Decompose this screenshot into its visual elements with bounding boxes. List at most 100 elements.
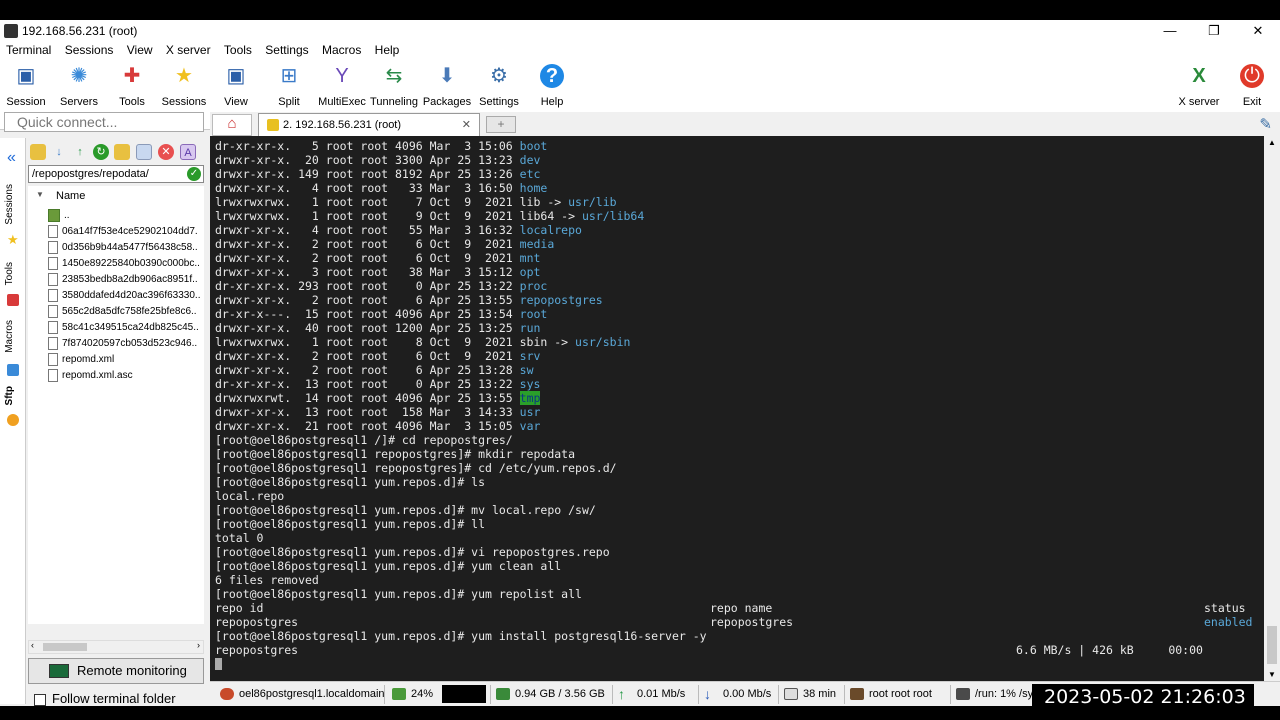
- star-icon: ★: [7, 232, 19, 247]
- tab-tools[interactable]: Tools: [4, 262, 15, 285]
- checkbox[interactable]: [34, 693, 46, 706]
- separator: [384, 685, 385, 704]
- terminal-cursor: [215, 658, 222, 670]
- list-item[interactable]: 565c2d8a5dfc758fe25bfe8c6..: [48, 304, 204, 320]
- menu-terminal[interactable]: Terminal: [0, 42, 55, 57]
- list-item[interactable]: 1450e89225840b0390c000bc..: [48, 256, 204, 272]
- terminal-line: drwxr-xr-x. 3 root root 38 Mar 3 15:12 o…: [215, 265, 541, 279]
- status-memory: 0.94 GB / 3.56 GB: [496, 686, 605, 703]
- maximize-button[interactable]: ❐: [1192, 20, 1236, 42]
- new-tab-button[interactable]: +: [486, 116, 516, 133]
- list-item[interactable]: 3580ddafed4d20ac396f63330..: [48, 288, 204, 304]
- list-item[interactable]: 0d356b9b44a5477f56438c58..: [48, 240, 204, 256]
- parent-folder-icon[interactable]: [30, 144, 46, 160]
- scroll-down-icon[interactable]: ▼: [1268, 670, 1276, 679]
- remote-monitoring-button[interactable]: Remote monitoring: [28, 658, 204, 684]
- menu-settings[interactable]: Settings: [259, 42, 312, 57]
- delete-icon[interactable]: ✕: [158, 144, 174, 160]
- list-item[interactable]: 23853bedb8a2db906ac8951f..: [48, 272, 204, 288]
- file-icon: [48, 224, 58, 238]
- session-button[interactable]: ▣ Session: [0, 62, 55, 108]
- list-item[interactable]: repomd.xml: [48, 352, 204, 368]
- new-folder-icon[interactable]: [114, 144, 130, 160]
- check-icon[interactable]: ✓: [187, 167, 201, 181]
- horizontal-scrollbar[interactable]: ‹ ›: [28, 640, 204, 654]
- terminal-line: local.repo: [215, 489, 285, 503]
- scroll-up-icon[interactable]: ▲: [1268, 138, 1276, 147]
- scroll-thumb[interactable]: [43, 643, 87, 651]
- list-item[interactable]: 06a14f7f53e4ce52902104dd7.: [48, 224, 204, 240]
- terminal-icon: [267, 119, 279, 131]
- terminal-line: dr-xr-xr-x. 13 root root 0 Apr 25 13:22 …: [215, 377, 541, 391]
- side-tabs: « Sessions ★ Tools Macros Sftp: [0, 138, 26, 704]
- menu-sessions[interactable]: Sessions: [59, 42, 118, 57]
- clock-icon: [784, 688, 798, 701]
- menu-view[interactable]: View: [121, 42, 157, 57]
- tab-sftp[interactable]: Sftp: [4, 386, 15, 405]
- list-item[interactable]: 58c41c349515ca24db825c45..: [48, 320, 204, 336]
- separator: [698, 685, 699, 704]
- sftp-path-input[interactable]: /repopostgres/repodata/ ✓: [28, 165, 204, 183]
- download-icon[interactable]: ↓: [51, 144, 67, 160]
- terminal-line: drwxr-xr-x. 2 root root 6 Apr 25 13:55 r…: [215, 293, 603, 307]
- tab-session[interactable]: 2. 192.168.56.231 (root) ✕: [258, 113, 480, 136]
- packages-button[interactable]: ⬇ Packages: [418, 62, 476, 108]
- sessions-button[interactable]: ★ Sessions: [155, 62, 213, 108]
- rename-icon[interactable]: A: [180, 144, 196, 160]
- separator: [844, 685, 845, 704]
- tab-bar: ⌂ 2. 192.168.56.231 (root) ✕ + ✎: [210, 112, 1280, 136]
- view-button[interactable]: ▣ View: [207, 62, 265, 108]
- terminal-line: drwxr-xr-x. 149 root root 8192 Apr 25 13…: [215, 167, 541, 181]
- scroll-left-icon[interactable]: ‹: [31, 640, 34, 650]
- list-item[interactable]: ..: [48, 208, 204, 224]
- collapse-icon[interactable]: «: [7, 150, 19, 166]
- vertical-scrollbar[interactable]: ▲ ▼: [1264, 136, 1280, 681]
- exit-button[interactable]: ⏻ Exit: [1223, 62, 1280, 108]
- close-button[interactable]: ✕: [1236, 20, 1280, 42]
- name-column-header[interactable]: ▼ Name: [28, 186, 204, 206]
- memory-icon: [496, 688, 510, 701]
- status-host: oel86postgresql1.localdomain: [220, 686, 385, 703]
- file-icon: [48, 320, 58, 334]
- upload-icon[interactable]: ↑: [72, 144, 88, 160]
- menu-macros[interactable]: Macros: [316, 42, 365, 57]
- help-button[interactable]: ? Help: [523, 62, 581, 108]
- status-uptime: 38 min: [784, 686, 836, 703]
- star-icon: ★: [175, 65, 193, 87]
- menu-help[interactable]: Help: [369, 42, 404, 57]
- tools-button[interactable]: ✚ Tools: [103, 62, 161, 108]
- tunneling-button[interactable]: ⇆ Tunneling: [365, 62, 423, 108]
- menu-xserver[interactable]: X server: [160, 42, 215, 57]
- app-icon: [4, 24, 18, 38]
- servers-button[interactable]: ✺ Servers: [50, 62, 108, 108]
- status-users: root root root: [850, 686, 932, 703]
- macros-icon: [7, 364, 19, 376]
- home-tab[interactable]: ⌂: [212, 114, 252, 136]
- close-tab-icon[interactable]: ✕: [462, 114, 471, 136]
- quick-connect-input[interactable]: Quick connect...: [4, 112, 204, 132]
- terminal-line: 6 files removed: [215, 573, 319, 587]
- tab-sessions[interactable]: Sessions: [4, 184, 15, 225]
- minimize-button[interactable]: —: [1148, 20, 1192, 42]
- multiexec-button[interactable]: Y MultiExec: [313, 62, 371, 108]
- list-item[interactable]: 7f874020597cb053d523c946..: [48, 336, 204, 352]
- separator: [950, 685, 951, 704]
- follow-terminal-folder-checkbox[interactable]: Follow terminal folder: [34, 691, 176, 706]
- settings-button[interactable]: ⚙ Settings: [470, 62, 528, 108]
- terminal[interactable]: dr-xr-xr-x. 5 root root 4096 Mar 3 15:06…: [210, 136, 1264, 681]
- paperclip-icon[interactable]: ✎: [1259, 115, 1272, 133]
- refresh-icon[interactable]: ↻: [93, 144, 109, 160]
- new-file-icon[interactable]: [136, 144, 152, 160]
- terminal-line: drwxr-xr-x. 2 root root 6 Oct 9 2021 med…: [215, 237, 555, 251]
- terminal-line: drwxr-xr-x. 21 root root 4096 Mar 3 15:0…: [215, 419, 541, 433]
- scroll-right-icon[interactable]: ›: [197, 640, 200, 650]
- tab-macros[interactable]: Macros: [4, 320, 15, 353]
- split-button[interactable]: ⊞ Split: [260, 62, 318, 108]
- menu-tools[interactable]: Tools: [218, 42, 256, 57]
- xserver-button[interactable]: XX server: [1170, 62, 1228, 108]
- sort-arrow-icon: ▼: [36, 190, 44, 199]
- list-item[interactable]: repomd.xml.asc: [48, 368, 204, 384]
- terminal-line: dr-xr-xr-x. 5 root root 4096 Mar 3 15:06…: [215, 139, 548, 153]
- scroll-thumb[interactable]: [1267, 626, 1277, 664]
- user-icon: [850, 688, 864, 701]
